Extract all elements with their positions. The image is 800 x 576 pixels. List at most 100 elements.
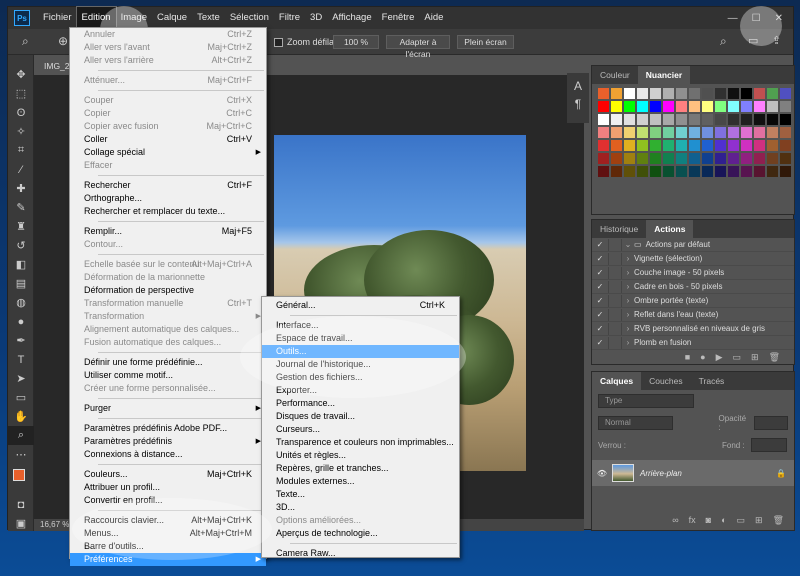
color-swatch[interactable] [598,140,609,151]
action-row[interactable]: ✓ › Couche image - 50 pixels [592,266,794,280]
color-swatch[interactable] [611,140,622,151]
color-swatch[interactable] [754,166,765,177]
color-swatch[interactable] [689,88,700,99]
action-checkbox-icon[interactable]: ✓ [592,268,608,277]
color-swatch[interactable] [650,140,661,151]
dialog-toggle[interactable] [608,280,622,293]
menu-item-couper[interactable]: Couper Ctrl+X [70,94,266,107]
tab-actions[interactable]: Actions [646,220,694,238]
menu-item-transformation[interactable]: Transformation ▶ [70,310,266,323]
color-swatch[interactable] [624,153,635,164]
menu-texte[interactable]: Texte [192,7,225,29]
menu-item-interface[interactable]: Interface... [262,319,459,332]
color-swatch[interactable] [780,140,791,151]
paragraph-panel-icon[interactable]: ¶ [567,97,589,111]
stop-icon[interactable]: ■ [685,352,690,366]
zoom-in-icon[interactable]: ⊕ [58,34,68,48]
adjustment-icon[interactable]: ◐ [721,515,726,526]
color-swatch[interactable] [637,153,648,164]
menu-item-fusion-automatique-des-calques[interactable]: Fusion automatique des calques... [70,336,266,349]
pen-tool-icon[interactable]: ✒ [8,331,34,350]
marquee-tool-icon[interactable]: ⬚ [8,84,34,103]
color-swatch[interactable] [728,140,739,151]
color-swatch[interactable] [598,127,609,138]
color-swatch[interactable] [637,166,648,177]
color-swatch[interactable] [702,140,713,151]
play-icon[interactable]: ▶ [716,352,723,366]
expand-arrow-icon[interactable]: › [622,310,634,319]
crop-tool-icon[interactable]: ⌗ [8,141,34,160]
menu-item-rechercher-et-remplacer-du-texte[interactable]: Rechercher et remplacer du texte... [70,205,266,218]
menu-item-exporter[interactable]: Exporter... [262,384,459,397]
color-swatch[interactable] [767,127,778,138]
menu-3d[interactable]: 3D [305,7,327,29]
new-set-icon[interactable]: ▭ [733,352,742,366]
eraser-tool-icon[interactable]: ◧ [8,255,34,274]
menu-item-alignement-automatique-des-calques[interactable]: Alignement automatique des calques... [70,323,266,336]
menu-item-reperes-grille-et-tranches[interactable]: Repères, grille et tranches... [262,462,459,475]
menu-item-options-ameliorees[interactable]: Options améliorées... [262,514,459,527]
tab-historique[interactable]: Historique [592,220,646,238]
menu-item-attenuer[interactable]: Atténuer... Maj+Ctrl+F [70,74,266,87]
color-swatch[interactable] [767,140,778,151]
screen-mode-icon[interactable]: ▣ [8,514,34,533]
zoom-level[interactable]: 16,67 % [40,520,69,529]
menu-item-outils[interactable]: Outils... [262,345,459,358]
menu-item-barre-d-outils[interactable]: Barre d'outils... [70,540,266,553]
menu-affichage[interactable]: Affichage [327,7,376,29]
color-swatch[interactable] [637,140,648,151]
color-swatch[interactable] [715,101,726,112]
magic-wand-tool-icon[interactable]: ✧ [8,122,34,141]
fx-icon[interactable]: fx [689,515,696,526]
menu-fichier[interactable]: Fichier [38,7,77,29]
color-swatch[interactable] [728,88,739,99]
color-swatch[interactable] [741,153,752,164]
color-swatch[interactable] [702,88,713,99]
color-swatch[interactable] [637,101,648,112]
menu-item-gestion-des-fichiers[interactable]: Gestion des fichiers... [262,371,459,384]
clone-stamp-tool-icon[interactable]: ♜ [8,217,34,236]
menu-item-copier-avec-fusion[interactable]: Copier avec fusion Maj+Ctrl+C [70,120,266,133]
more-tools-icon[interactable]: ⋯ [8,445,34,464]
color-swatch[interactable] [767,88,778,99]
eyedropper-tool-icon[interactable]: ⁄ [8,160,34,179]
dialog-toggle[interactable] [608,294,622,307]
color-swatch[interactable] [611,127,622,138]
color-swatch[interactable] [611,166,622,177]
color-swatch[interactable] [715,88,726,99]
color-swatch[interactable] [741,140,752,151]
menu-item-deformation-de-la-marionnette[interactable]: Déformation de la marionnette [70,271,266,284]
color-swatch[interactable] [663,166,674,177]
maximize-button[interactable]: ☐ [752,13,761,24]
action-checkbox-icon[interactable]: ✓ [592,324,608,333]
zoom-tool-icon[interactable]: ⌕ [22,34,29,49]
color-swatch[interactable] [650,166,661,177]
zoom-scroll-checkbox[interactable]: Zoom défilant [274,37,342,47]
menu-item-apercus-de-technologie[interactable]: Aperçus de technologie... [262,527,459,540]
color-swatch[interactable] [754,114,765,125]
color-swatch[interactable] [650,153,661,164]
color-swatch[interactable] [702,166,713,177]
opacity-field[interactable] [754,416,788,430]
dialog-toggle[interactable] [608,252,622,265]
menu-edition[interactable]: Edition [75,6,117,30]
menu-item-remplir[interactable]: Remplir... Maj+F5 [70,225,266,238]
color-swatch[interactable] [624,140,635,151]
color-swatch[interactable] [624,88,635,99]
color-swatch[interactable] [741,88,752,99]
menu-item-orthographe[interactable]: Orthographe... [70,192,266,205]
brush-tool-icon[interactable]: ✎ [8,198,34,217]
layer-filter-select[interactable]: Type [598,394,694,408]
color-swatch[interactable] [676,140,687,151]
eye-icon[interactable]: 👁 [592,469,612,478]
color-swatch[interactable] [715,127,726,138]
color-swatch[interactable] [650,101,661,112]
menu-item-copier[interactable]: Copier Ctrl+C [70,107,266,120]
color-swatch[interactable] [663,127,674,138]
expand-arrow-icon[interactable]: › [622,296,634,305]
full-screen-button[interactable]: Plein écran [457,35,514,49]
color-swatch[interactable] [689,127,700,138]
dialog-toggle[interactable] [608,308,622,321]
trash-icon[interactable]: 🗑 [769,352,780,366]
tab-nuancier[interactable]: Nuancier [637,66,691,84]
